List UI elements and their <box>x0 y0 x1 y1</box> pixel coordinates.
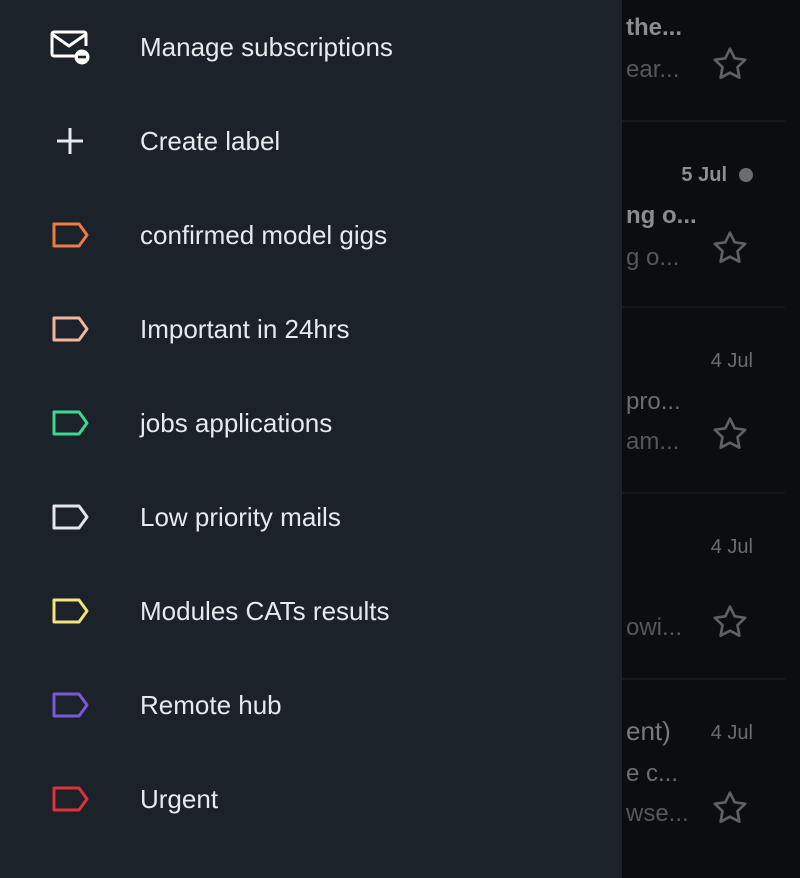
drawer-item-label-low-priority-mails[interactable]: Low priority mails <box>0 470 622 564</box>
drawer-item-label-jobs-applications[interactable]: jobs applications <box>0 376 622 470</box>
mail-date: 4 Jul <box>710 536 753 558</box>
label-icon <box>52 598 89 624</box>
drawer-item-label: Manage subscriptions <box>140 32 393 62</box>
drawer-item-create-label[interactable]: Create label <box>0 94 622 188</box>
mail-snippet: owi... <box>626 614 683 641</box>
star-outline-icon[interactable] <box>710 414 750 454</box>
label-icon <box>52 410 89 436</box>
mail-sender: ent) <box>626 716 671 746</box>
drawer-item-label: Low priority mails <box>140 502 341 532</box>
mail-date: 4 Jul <box>710 722 753 744</box>
unread-dot-icon <box>739 168 753 182</box>
label-icon <box>52 786 89 812</box>
label-icon <box>52 504 89 530</box>
drawer-item-label-modules-cats-results[interactable]: Modules CATs results <box>0 564 622 658</box>
drawer-item-label-remote-hub[interactable]: Remote hub <box>0 658 622 752</box>
mail-snippet: wse... <box>626 800 689 827</box>
drawer-item-label-important-in-24hrs[interactable]: Important in 24hrs <box>0 282 622 376</box>
mail-sender: the... <box>626 14 683 41</box>
label-icon <box>52 316 89 342</box>
plus-icon <box>57 128 83 154</box>
drawer-item-label: Create label <box>140 126 281 156</box>
mail-date: 4 Jul <box>710 350 753 372</box>
drawer-item-label: jobs applications <box>140 408 333 438</box>
star-outline-icon[interactable] <box>710 788 750 828</box>
drawer-item-label: Urgent <box>140 784 219 814</box>
mail-date: 5 Jul <box>681 164 727 186</box>
star-outline-icon[interactable] <box>710 602 750 642</box>
mail-snippet: am... <box>626 428 680 455</box>
mail-subject: e c... <box>626 760 679 787</box>
label-icon <box>52 692 89 718</box>
mail-subject: pro... <box>626 388 681 415</box>
drawer-item-label: confirmed model gigs <box>140 220 388 250</box>
star-outline-icon[interactable] <box>710 228 750 268</box>
label-icon <box>52 222 89 248</box>
mail-snippet: g o... <box>626 244 680 271</box>
drawer-item-label: Modules CATs results <box>140 596 390 626</box>
drawer-item-label: Remote hub <box>140 690 282 720</box>
mail-sender: ng o... <box>626 202 697 229</box>
drawer-item-label: Important in 24hrs <box>140 314 350 344</box>
drawer-item-label-confirmed-model-gigs[interactable]: confirmed model gigs <box>0 188 622 282</box>
navigation-drawer: Manage subscriptions Create label confir… <box>0 0 622 878</box>
mail-unsubscribe-icon <box>50 30 90 65</box>
mail-snippet: ear... <box>626 56 680 83</box>
drawer-item-label-urgent[interactable]: Urgent <box>0 752 622 846</box>
star-outline-icon[interactable] <box>710 44 750 84</box>
drawer-item-manage-subscriptions[interactable]: Manage subscriptions <box>0 0 622 94</box>
